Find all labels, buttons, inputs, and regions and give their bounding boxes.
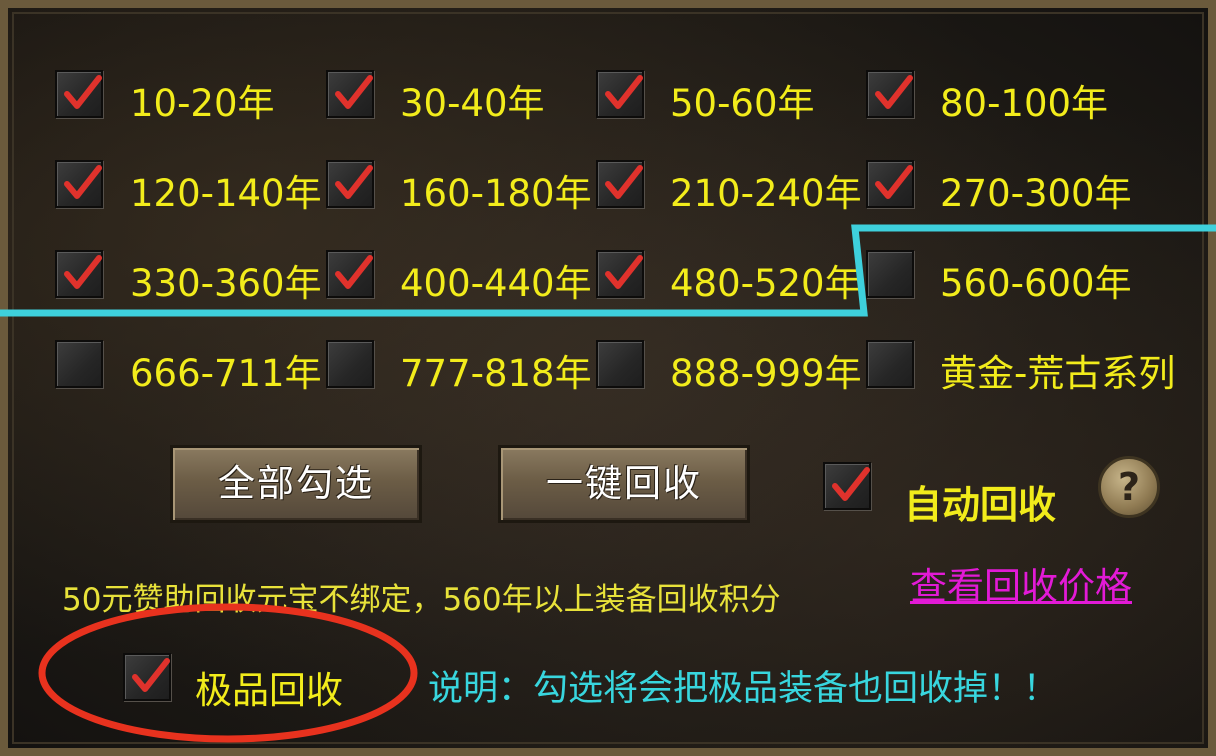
checkbox-range-2[interactable] [326, 70, 374, 118]
select-all-button[interactable]: 全部勾选 [170, 445, 422, 523]
checkbox-range-5[interactable] [55, 160, 103, 208]
auto-recycle-label: 自动回收 [904, 483, 1057, 527]
range-label-1: 10-20年 [130, 82, 275, 125]
range-label-14: 777-818年 [400, 352, 592, 395]
checkbox-range-3[interactable] [596, 70, 644, 118]
range-label-15: 888-999年 [670, 352, 862, 395]
checkbox-range-9[interactable] [55, 250, 103, 298]
help-icon[interactable]: ? [1098, 456, 1160, 518]
checkmark-icon [335, 165, 373, 199]
checkbox-range-14[interactable] [326, 340, 374, 388]
checkmark-icon [132, 658, 170, 692]
checkmark-icon [335, 255, 373, 289]
checkmark-icon [605, 255, 643, 289]
range-label-3: 50-60年 [670, 82, 815, 125]
checkbox-range-1[interactable] [55, 70, 103, 118]
range-label-12: 560-600年 [940, 262, 1132, 305]
checkbox-auto-recycle[interactable] [823, 462, 871, 510]
range-label-9: 330-360年 [130, 262, 322, 305]
checkmark-icon [64, 165, 102, 199]
checkbox-range-12[interactable] [866, 250, 914, 298]
range-label-13: 666-711年 [130, 352, 322, 395]
premium-recycle-label: 极品回收 [195, 669, 343, 712]
checkbox-range-10[interactable] [326, 250, 374, 298]
checkmark-icon [832, 467, 870, 501]
checkbox-premium-recycle[interactable] [123, 653, 171, 701]
range-label-8: 270-300年 [940, 172, 1132, 215]
premium-recycle-note: 说明：勾选将会把极品装备也回收掉！！ [428, 669, 1059, 709]
checkbox-range-4[interactable] [866, 70, 914, 118]
checkmark-icon [64, 255, 102, 289]
checkmark-icon [605, 75, 643, 109]
range-label-5: 120-140年 [130, 172, 322, 215]
range-label-11: 480-520年 [670, 262, 862, 305]
checkmark-icon [335, 75, 373, 109]
range-label-16: 黄金-荒古系列 [940, 352, 1176, 395]
view-recycle-price-link[interactable]: 查看回收价格 [910, 556, 1132, 610]
checkmark-icon [875, 165, 913, 199]
range-label-2: 30-40年 [400, 82, 545, 125]
checkbox-range-16[interactable] [866, 340, 914, 388]
checkbox-range-15[interactable] [596, 340, 644, 388]
range-label-6: 160-180年 [400, 172, 592, 215]
recycle-settings-panel: 10-20年 30-40年 50-60年 80-100年 120-140年 16… [0, 0, 1216, 756]
checkbox-range-6[interactable] [326, 160, 374, 208]
one-click-recycle-button[interactable]: 一键回收 [498, 445, 750, 523]
range-label-10: 400-440年 [400, 262, 592, 305]
recycle-info-text: 50元赞助回收元宝不绑定，560年以上装备回收积分 [62, 582, 781, 618]
checkbox-range-13[interactable] [55, 340, 103, 388]
checkmark-icon [605, 165, 643, 199]
range-label-7: 210-240年 [670, 172, 862, 215]
checkbox-range-11[interactable] [596, 250, 644, 298]
range-label-4: 80-100年 [940, 82, 1109, 125]
checkbox-range-7[interactable] [596, 160, 644, 208]
checkbox-range-8[interactable] [866, 160, 914, 208]
checkmark-icon [64, 75, 102, 109]
checkmark-icon [875, 75, 913, 109]
